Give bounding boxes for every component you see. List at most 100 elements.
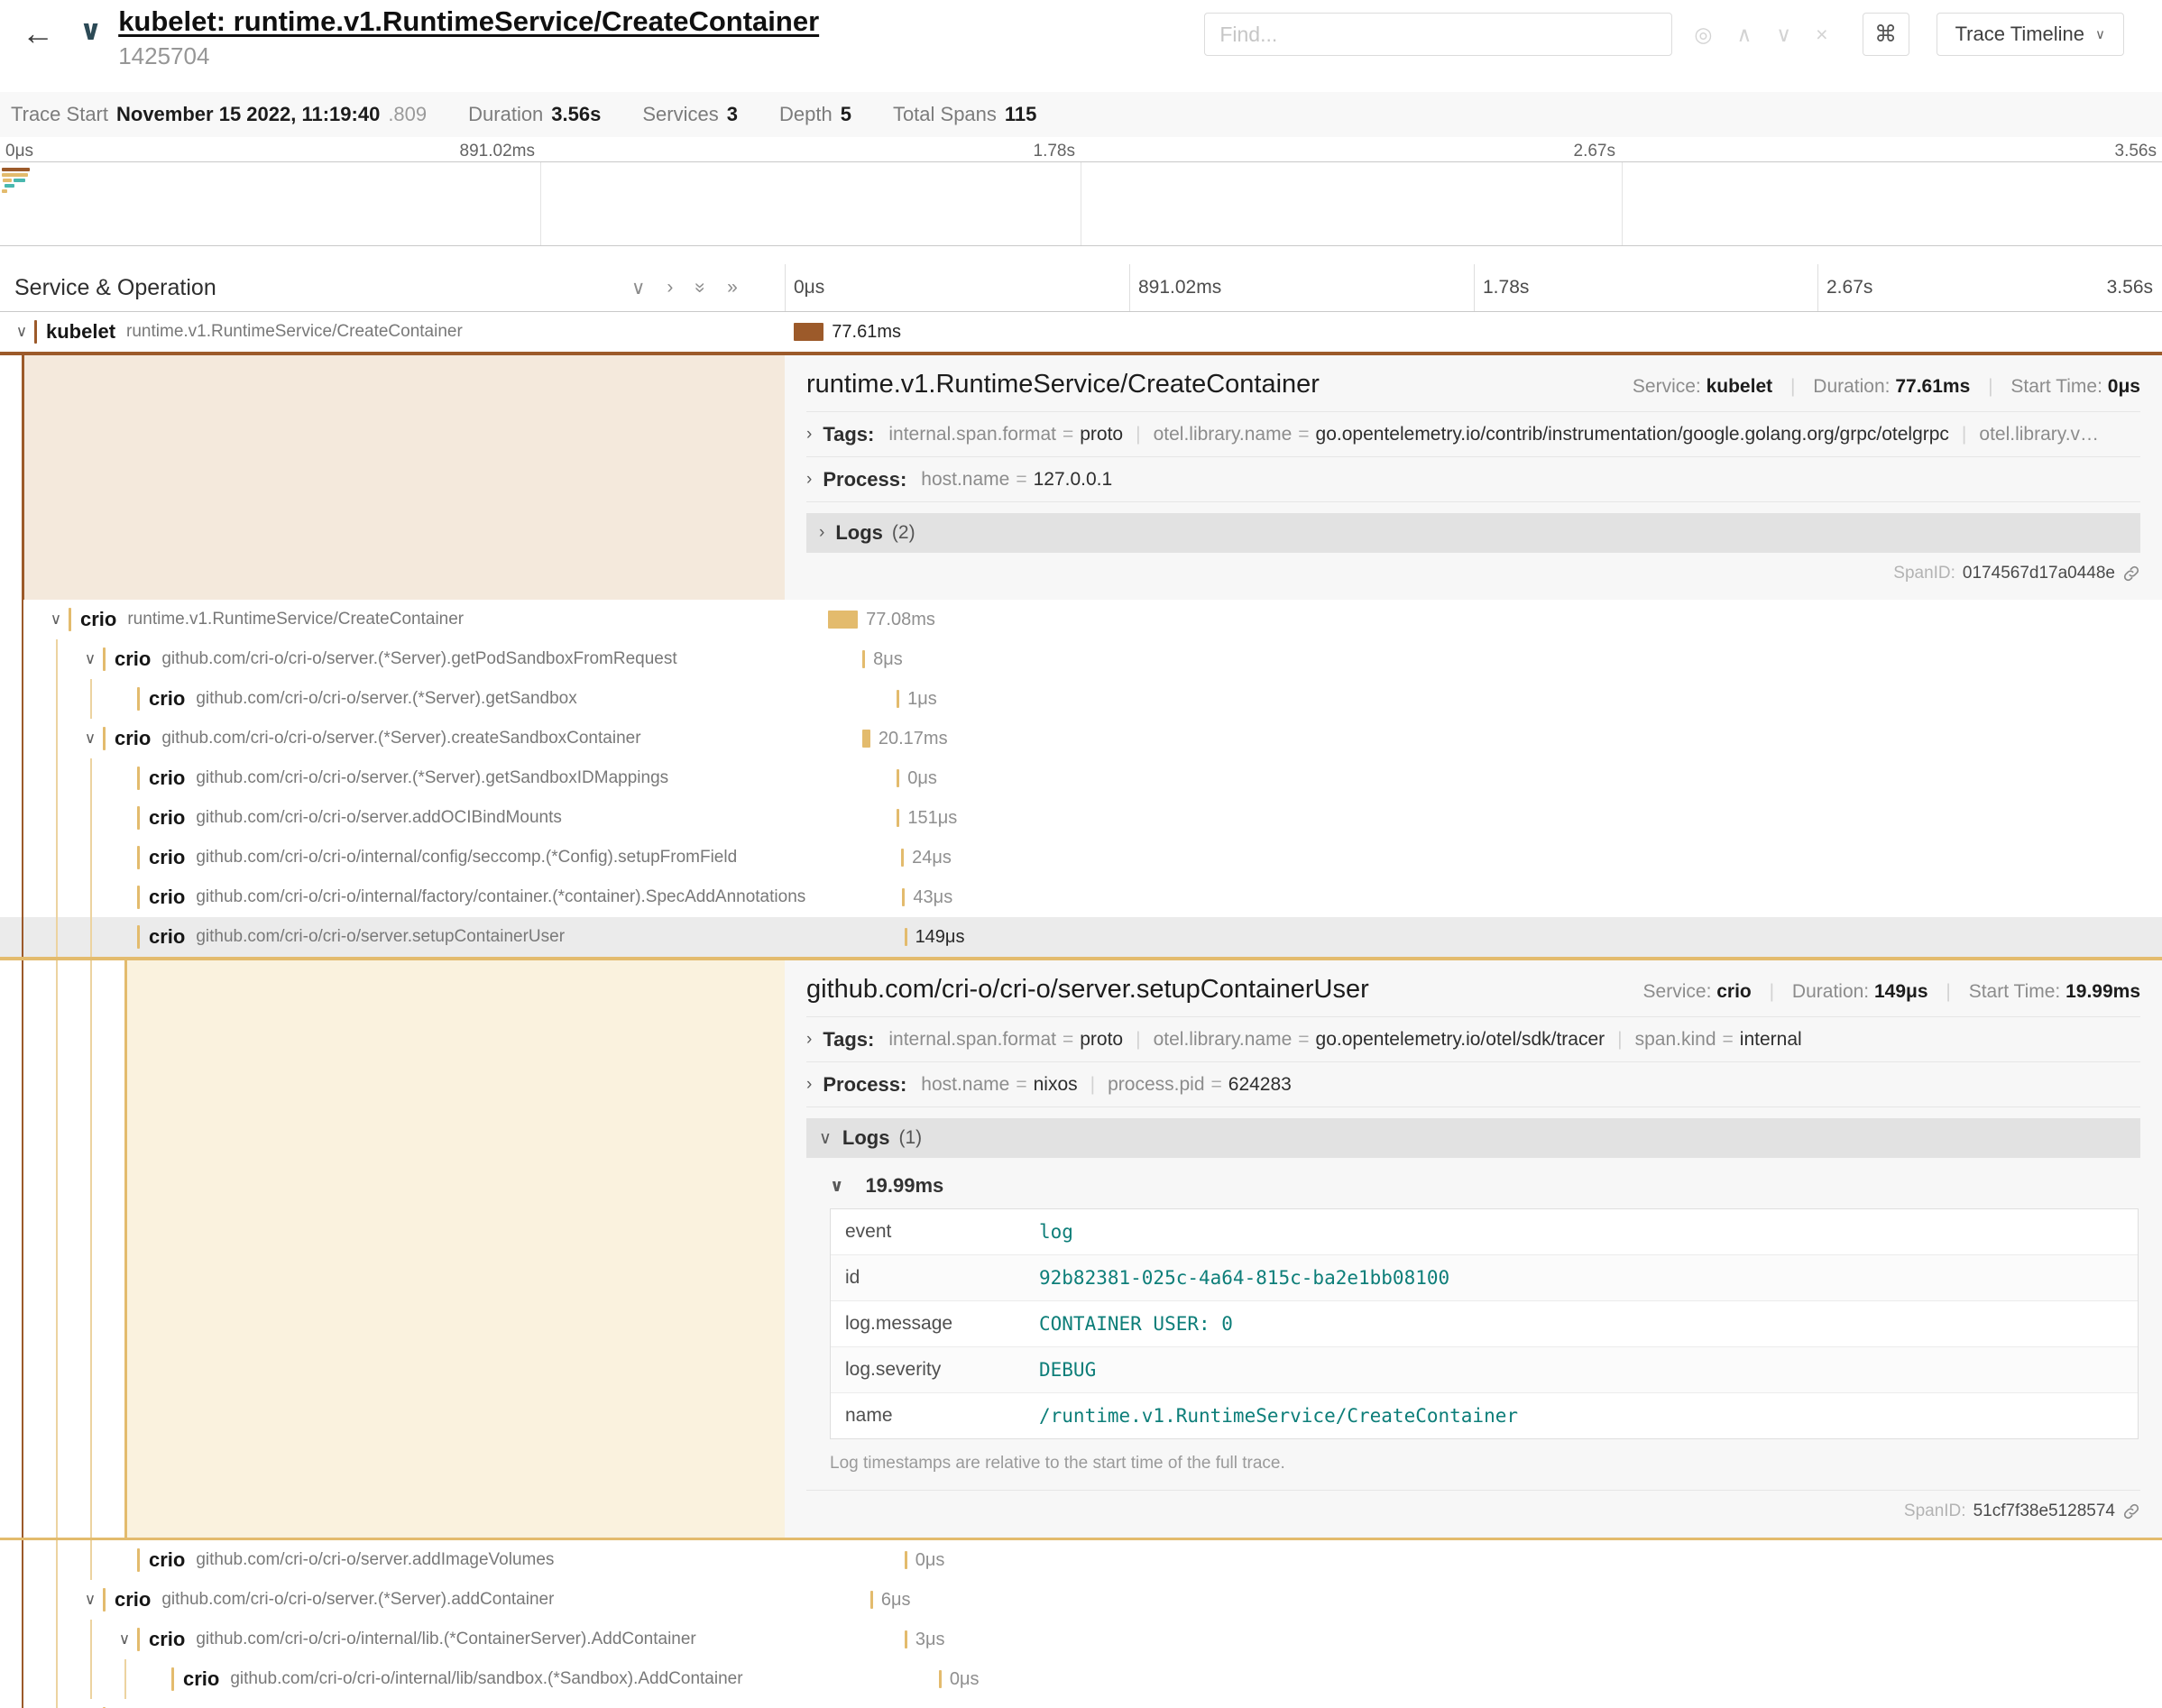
expand-collapse-chevron-icon[interactable]: ∨ xyxy=(43,611,69,629)
keyboard-shortcuts-button[interactable]: ⌘ xyxy=(1863,13,1909,56)
span-duration-bar[interactable] xyxy=(897,809,899,827)
span-row[interactable]: ∨crioruntime.v1.RuntimeService/CreateCon… xyxy=(0,600,2162,639)
span-timeline-cell[interactable]: 77.08ms xyxy=(828,600,2162,639)
separator: | xyxy=(1962,424,1966,445)
span-name-cell[interactable]: ∨criogithub.com/cri-o/cri-o/internal/fac… xyxy=(0,877,897,917)
copy-link-icon[interactable] xyxy=(2122,1502,2140,1520)
indent-guide xyxy=(90,877,92,917)
span-timeline-cell[interactable]: 77.61ms xyxy=(794,312,2162,352)
expand-all-icon[interactable]: » xyxy=(727,277,738,298)
tag-value: go.opentelemetry.io/contrib/instrumentat… xyxy=(1316,424,1949,445)
expand-one-icon[interactable]: › xyxy=(667,277,673,298)
span-timeline-cell[interactable]: 6μs xyxy=(862,1580,2162,1620)
span-duration-bar[interactable] xyxy=(862,650,865,668)
span-timeline-cell[interactable]: 0μs xyxy=(897,1540,2162,1580)
tags-section[interactable]: › Tags: internal.span.format = proto | o… xyxy=(806,412,2140,457)
process-section[interactable]: › Process: host.name = nixos | process.p… xyxy=(806,1062,2140,1107)
span-duration-bar[interactable] xyxy=(862,730,870,748)
expand-collapse-chevron-icon[interactable]: ∨ xyxy=(112,1630,137,1648)
span-row[interactable]: ∨criogithub.com/cri-o/cri-o/server.addOC… xyxy=(0,798,2162,838)
span-row[interactable]: ∨criogithub.com/cri-o/cri-o/internal/lib… xyxy=(0,1620,2162,1659)
chevron-right-icon: › xyxy=(806,470,812,490)
span-id-value: 0174567d17a0448e xyxy=(1963,564,2115,583)
span-row[interactable]: ∨criogithub.com/cri-o/cri-o/server.(*Ser… xyxy=(0,1699,2162,1708)
span-timeline-cell[interactable]: 8μs xyxy=(862,639,2162,679)
span-name-cell[interactable]: ∨criogithub.com/cri-o/cri-o/server.addIm… xyxy=(0,1540,897,1580)
copy-link-icon[interactable] xyxy=(2122,565,2140,583)
span-duration-bar[interactable] xyxy=(905,1551,907,1569)
span-name-cell[interactable]: ∨criogithub.com/cri-o/cri-o/server.addOC… xyxy=(0,798,897,838)
span-name-cell[interactable]: ∨criogithub.com/cri-o/cri-o/server.(*Ser… xyxy=(0,1580,862,1620)
expand-collapse-chevron-icon[interactable]: ∨ xyxy=(78,1591,103,1609)
span-name-cell[interactable]: ∨criogithub.com/cri-o/cri-o/internal/con… xyxy=(0,838,897,877)
span-timeline-cell[interactable]: 43μs xyxy=(897,877,2162,917)
chevron-down-icon: ∨ xyxy=(2095,26,2105,42)
start-time-label: Start Time: xyxy=(2010,376,2102,397)
span-duration-bar[interactable] xyxy=(870,1591,873,1609)
span-timeline-cell[interactable]: 24μs xyxy=(897,838,2162,877)
span-duration-bar[interactable] xyxy=(902,888,905,906)
span-row[interactable]: ∨criogithub.com/cri-o/cri-o/server.(*Ser… xyxy=(0,679,2162,719)
focus-match-icon[interactable]: ◎ xyxy=(1694,23,1712,47)
span-row[interactable]: ∨criogithub.com/cri-o/cri-o/server.(*Ser… xyxy=(0,719,2162,758)
span-timeline-cell[interactable]: 20.17ms xyxy=(862,719,2162,758)
expand-collapse-chevron-icon[interactable]: ∨ xyxy=(9,323,34,341)
span-duration-bar[interactable] xyxy=(905,928,907,946)
span-duration-bar[interactable] xyxy=(794,323,823,341)
prev-match-icon[interactable]: ∧ xyxy=(1736,23,1752,47)
span-duration-bar[interactable] xyxy=(897,690,899,708)
span-row[interactable]: ∨criogithub.com/cri-o/cri-o/internal/con… xyxy=(0,838,2162,877)
tags-section[interactable]: › Tags: internal.span.format = proto | o… xyxy=(806,1017,2140,1062)
clear-find-icon[interactable]: × xyxy=(1816,23,1827,47)
span-duration-bar[interactable] xyxy=(905,1630,907,1648)
span-timeline-cell[interactable]: 3μs xyxy=(897,1620,2162,1659)
span-name-cell[interactable]: ∨criogithub.com/cri-o/cri-o/server.(*Ser… xyxy=(0,639,862,679)
span-duration-bar[interactable] xyxy=(939,1670,942,1688)
back-arrow-icon[interactable]: ← xyxy=(22,14,54,52)
span-name-cell[interactable]: ∨kubeletruntime.v1.RuntimeService/Create… xyxy=(0,312,794,352)
span-duration-bar[interactable] xyxy=(897,769,899,787)
span-timeline-cell[interactable]: 0μs xyxy=(897,758,2162,798)
collapse-one-icon[interactable]: ∨ xyxy=(631,277,645,299)
find-input[interactable] xyxy=(1205,23,1671,47)
trace-view-selector-button[interactable]: Trace Timeline ∨ xyxy=(1937,13,2124,56)
span-duration-bar[interactable] xyxy=(901,849,904,867)
span-name-cell[interactable]: ∨crioruntime.v1.RuntimeService/CreateCon… xyxy=(0,600,828,639)
span-timeline-cell[interactable]: 149μs xyxy=(897,917,2162,957)
logs-section-toggle[interactable]: ∨ Logs (1) xyxy=(806,1118,2140,1158)
span-name-cell[interactable]: ∨criogithub.com/cri-o/cri-o/server.setup… xyxy=(0,917,897,957)
span-timeline-cell[interactable]: 0μs xyxy=(862,1699,2162,1708)
process-section[interactable]: › Process: host.name = 127.0.0.1 xyxy=(806,457,2140,502)
span-row[interactable]: ∨criogithub.com/cri-o/cri-o/internal/lib… xyxy=(0,1659,2162,1699)
collapse-all-icon[interactable]: » xyxy=(689,282,711,293)
span-row[interactable]: ∨criogithub.com/cri-o/cri-o/server.(*Ser… xyxy=(0,639,2162,679)
log-entry-toggle[interactable]: ∨ 19.99ms xyxy=(830,1174,2139,1198)
trace-title-link[interactable]: kubelet: runtime.v1.RuntimeService/Creat… xyxy=(118,5,819,38)
span-name-cell[interactable]: ∨criogithub.com/cri-o/cri-o/server.(*Ser… xyxy=(0,758,897,798)
span-row[interactable]: ∨criogithub.com/cri-o/cri-o/internal/fac… xyxy=(0,877,2162,917)
next-match-icon[interactable]: ∨ xyxy=(1776,23,1791,47)
span-row[interactable]: ∨criogithub.com/cri-o/cri-o/server.setup… xyxy=(0,917,2162,957)
logs-section-toggle[interactable]: › Logs (2) xyxy=(806,513,2140,553)
span-duration-label: 20.17ms xyxy=(879,719,948,758)
span-name-cell[interactable]: ∨criogithub.com/cri-o/cri-o/server.(*Ser… xyxy=(0,719,862,758)
span-row[interactable]: ∨criogithub.com/cri-o/cri-o/server.addIm… xyxy=(0,1540,2162,1580)
span-row[interactable]: ∨criogithub.com/cri-o/cri-o/server.(*Ser… xyxy=(0,1580,2162,1620)
expand-collapse-chevron-icon[interactable]: ∨ xyxy=(78,650,103,668)
span-timeline-cell[interactable]: 0μs xyxy=(931,1659,2162,1699)
span-name-cell[interactable]: ∨criogithub.com/cri-o/cri-o/internal/lib… xyxy=(0,1659,931,1699)
span-name-cell[interactable]: ∨criogithub.com/cri-o/cri-o/server.(*Ser… xyxy=(0,1699,862,1708)
expand-collapse-chevron-icon[interactable]: ∨ xyxy=(78,730,103,748)
span-row[interactable]: ∨criogithub.com/cri-o/cri-o/server.(*Ser… xyxy=(0,758,2162,798)
span-row[interactable]: ∨kubeletruntime.v1.RuntimeService/Create… xyxy=(0,312,2162,352)
span-name-cell[interactable]: ∨criogithub.com/cri-o/cri-o/server.(*Ser… xyxy=(0,679,897,719)
span-name-cell[interactable]: ∨criogithub.com/cri-o/cri-o/internal/lib… xyxy=(0,1620,897,1659)
service-color-bar xyxy=(34,320,37,344)
service-color-bar xyxy=(137,1628,140,1651)
span-timeline-cell[interactable]: 1μs xyxy=(897,679,2162,719)
span-timeline-cell[interactable]: 151μs xyxy=(897,798,2162,838)
operation-name-label: github.com/cri-o/cri-o/internal/config/s… xyxy=(196,848,737,868)
span-duration-bar[interactable] xyxy=(828,611,858,629)
trace-header-collapse-chevron-icon[interactable]: ∨ xyxy=(79,14,102,47)
minimap-scrubber[interactable] xyxy=(0,161,2162,246)
